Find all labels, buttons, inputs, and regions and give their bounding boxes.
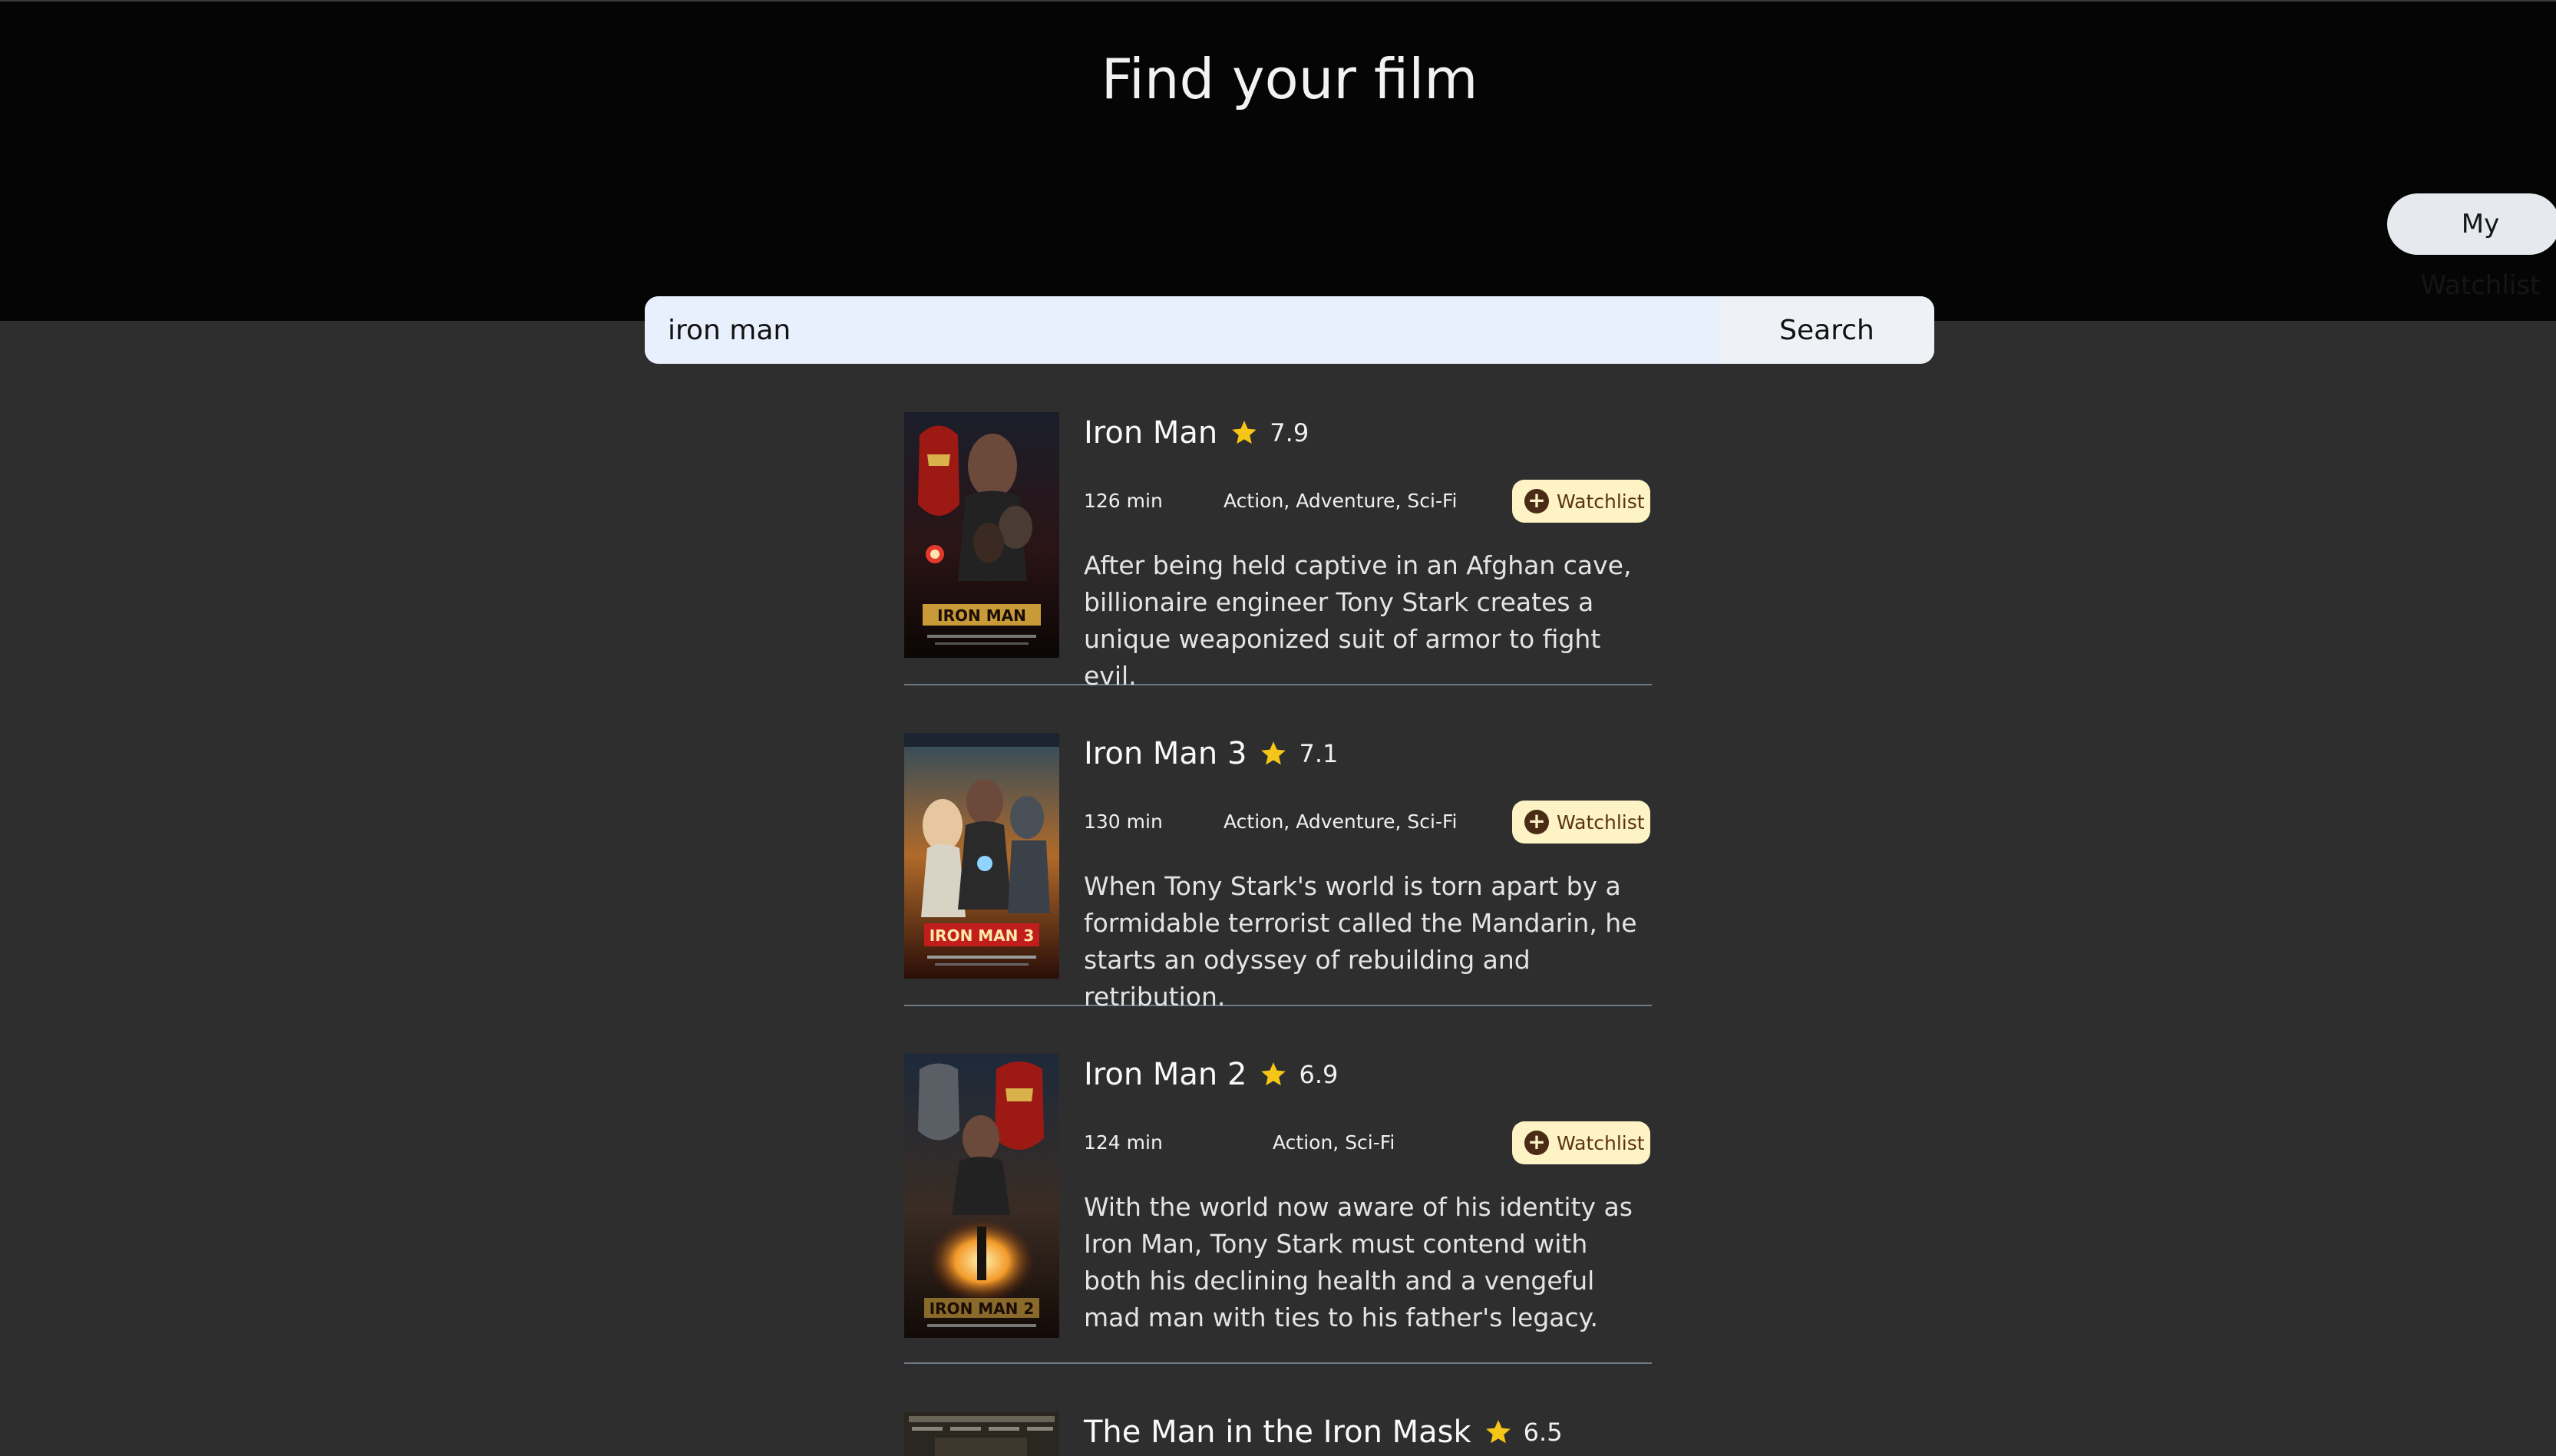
movie-title-row: The Man in the Iron Mask 6.5 bbox=[1084, 1415, 1563, 1450]
movie-runtime: 126 min bbox=[1084, 490, 1163, 512]
search-bar: Search bbox=[645, 296, 1934, 364]
star-icon bbox=[1485, 1420, 1511, 1444]
movie-runtime: 124 min bbox=[1084, 1131, 1163, 1154]
search-button[interactable]: Search bbox=[1719, 296, 1934, 364]
movie-title-row: Iron Man 7.9 bbox=[1084, 415, 1309, 451]
movie-card[interactable]: IRON MAN 3 Iron Man 3 7.1 130 min Action… bbox=[904, 685, 1652, 1012]
movie-title[interactable]: Iron Man bbox=[1084, 415, 1217, 451]
poster-title-text: IRON MAN 3 bbox=[930, 926, 1035, 945]
star-icon bbox=[1232, 421, 1257, 444]
add-to-watchlist-button[interactable]: + Watchlist bbox=[1512, 801, 1650, 844]
movie-overview: After being held captive in an Afghan ca… bbox=[1084, 550, 1632, 691]
movie-title[interactable]: Iron Man 2 bbox=[1084, 1057, 1247, 1092]
star-icon bbox=[1261, 1062, 1286, 1086]
movie-card[interactable]: IRON MAN 2 Iron Man 2 6.9 124 min Action… bbox=[904, 1006, 1652, 1364]
poster-title-text: IRON MAN bbox=[937, 606, 1026, 625]
results-list: IRON MAN Iron Man 7.9 126 min Action, Ad… bbox=[904, 412, 1652, 1456]
movie-title[interactable]: The Man in the Iron Mask bbox=[1084, 1415, 1471, 1450]
movie-overview: When Tony Stark's world is torn apart by… bbox=[1084, 871, 1637, 1012]
page-header: Find your film My Watchlist bbox=[0, 2, 2556, 321]
movie-rating: 6.9 bbox=[1299, 1060, 1339, 1089]
add-to-watchlist-label: Watchlist bbox=[1557, 811, 1645, 834]
star-icon bbox=[1261, 741, 1286, 765]
add-to-watchlist-label: Watchlist bbox=[1557, 1131, 1645, 1154]
movie-genres: Action, Adventure, Sci-Fi bbox=[1224, 811, 1458, 833]
movie-runtime: 130 min bbox=[1084, 811, 1163, 833]
poster-title-text: IRON MAN 2 bbox=[930, 1299, 1035, 1318]
movie-poster[interactable]: IRON MAN 3 bbox=[904, 733, 1059, 979]
movie-rating: 7.1 bbox=[1299, 739, 1339, 768]
search-input[interactable] bbox=[645, 296, 1719, 364]
movie-genres: Action, Sci-Fi bbox=[1273, 1131, 1395, 1154]
add-to-watchlist-button[interactable]: + Watchlist bbox=[1512, 480, 1650, 523]
movie-rating: 6.5 bbox=[1523, 1418, 1563, 1447]
movie-rating: 7.9 bbox=[1270, 418, 1309, 447]
movie-poster[interactable]: IRON MAN bbox=[904, 412, 1059, 658]
movie-title-row: Iron Man 3 7.1 bbox=[1084, 736, 1338, 771]
movie-poster[interactable]: IRON MAN 2 bbox=[904, 1054, 1059, 1338]
my-watchlist-button[interactable]: My Watchlist bbox=[2387, 193, 2556, 301]
page-title: Find your film bbox=[1101, 47, 1478, 111]
add-to-watchlist-button[interactable]: + Watchlist bbox=[1512, 1121, 1650, 1164]
movie-card[interactable]: The Man in the Iron Mask 6.5 bbox=[904, 1364, 1652, 1456]
plus-icon: + bbox=[1524, 489, 1549, 513]
movie-title[interactable]: Iron Man 3 bbox=[1084, 736, 1247, 771]
movie-genres: Action, Adventure, Sci-Fi bbox=[1224, 490, 1458, 512]
plus-icon: + bbox=[1524, 810, 1549, 834]
movie-poster[interactable] bbox=[904, 1411, 1059, 1456]
add-to-watchlist-label: Watchlist bbox=[1557, 490, 1645, 513]
movie-title-row: Iron Man 2 6.9 bbox=[1084, 1057, 1338, 1092]
plus-icon: + bbox=[1524, 1131, 1549, 1155]
movie-overview: With the world now aware of his identity… bbox=[1084, 1192, 1633, 1332]
movie-card[interactable]: IRON MAN Iron Man 7.9 126 min Action, Ad… bbox=[904, 412, 1652, 691]
